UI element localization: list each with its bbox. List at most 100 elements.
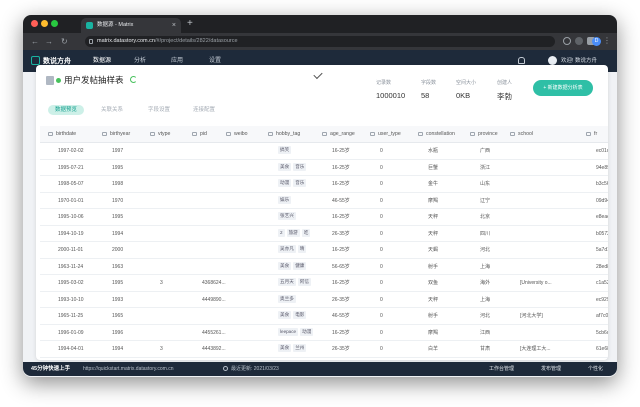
column-header-weibo[interactable]: weibo — [226, 126, 274, 142]
quickstart-title[interactable]: 45分钟快速上手 — [31, 362, 70, 376]
collapse-chevron-icon[interactable] — [313, 69, 323, 80]
hobby-tag: 五月天 — [278, 278, 296, 286]
cell-birthyear: 1996 — [112, 329, 124, 336]
stat-label: 字段数 — [421, 80, 437, 86]
column-type-icon — [48, 131, 53, 136]
address-bar[interactable]: matrix.datastory.com.cn/#/project/detail… — [85, 36, 555, 47]
cell-birthyear: 1997 — [112, 148, 124, 154]
column-header-birthdate[interactable]: birthdate — [48, 126, 108, 142]
cell-user_type: 0 — [380, 247, 383, 253]
table-row[interactable]: 1994-04-01 1994 3 4443892... 美食 兰州 26-35岁 0 白羊 甘肃… — [40, 341, 608, 358]
browser-tab[interactable]: 数据源 - Matrix × — [81, 18, 181, 33]
table-row[interactable]: 1997-02-02 1997 搞笑 16-25岁 0 水瓶 广西 ec01d43117fa3… — [40, 143, 608, 160]
cell-hobby_tag: 美食 音乐 — [278, 160, 330, 176]
tab-field-settings[interactable]: 字段设置 — [141, 105, 177, 115]
cell-age_range: 56-65岁 — [332, 263, 350, 270]
create-analysis-table-button[interactable]: + 新建数据分析表 — [533, 80, 593, 96]
cell-vtype — [160, 325, 200, 341]
cell-hobby_tag: 张艺兴 — [278, 209, 330, 225]
cell-constellation: 天蝎 — [428, 247, 439, 253]
column-type-icon — [102, 131, 107, 136]
table-row[interactable]: 1995-03-02 1995 3 4368624... 五月天 阿信 16-25岁 0 双鱼海… — [40, 275, 608, 292]
quickstart-url[interactable]: https://quickstart.matrix.datastory.com.… — [83, 362, 174, 376]
table-row[interactable]: 1965-11-25 1965 美食 电影 46-55岁 0 射手 河北 [河北大学] af7c0… — [40, 308, 608, 325]
cell-pid — [202, 176, 234, 192]
datasource-card: 用户发帖抽样表 记录数 1000010 字段数 58 空间大小 0KB 创建人 … — [36, 65, 608, 360]
stat-label: 创建人 — [497, 80, 513, 86]
cell-school — [520, 160, 594, 176]
table-row[interactable]: 1995-10-06 1995 张艺兴 16-25岁 0 天秤 北京 e8eaeaedc0d6… — [40, 209, 608, 226]
column-header-school[interactable]: school — [510, 126, 592, 142]
cell-school — [520, 325, 594, 341]
table-row[interactable]: 1963-11-241963美食健康56-65岁0射手上海28ed81fa44b… — [40, 259, 608, 275]
new-tab-button[interactable]: + — [187, 16, 193, 32]
column-header-age_range[interactable]: age_range — [322, 126, 376, 142]
hobby-tag: 美食 — [278, 261, 292, 270]
table-row[interactable]: 1970-01-01 1970 娱乐 46-55岁 0 摩羯 辽宁 09d94423 1a19 — [40, 193, 608, 209]
browser-tabbar: 数据源 - Matrix × + — [23, 15, 617, 33]
hobby-tag: leepace — [278, 327, 299, 336]
tab-data-preview[interactable]: 数据预览 — [48, 105, 85, 115]
cell-school — [520, 209, 594, 225]
table-row[interactable]: 1995-07-211995美食音乐16-25岁0巨蟹浙江94e898b1da4… — [40, 160, 608, 176]
table-row[interactable]: 1998-05-071998动漫音乐16-25岁0金牛山东b3c56694a4a… — [40, 176, 608, 193]
cell-age_range: 16-25岁 — [332, 247, 350, 253]
cell-hobby_tag: 五月天 阿信 — [278, 275, 330, 291]
personalize-link[interactable]: 个性化 — [588, 362, 603, 376]
browser-menu-icon[interactable]: ⋮ — [603, 35, 611, 47]
url-host: matrix.datastory.com.cn — [97, 38, 155, 44]
key-icon[interactable] — [563, 37, 571, 45]
cell-weibo — [236, 275, 276, 291]
tab-relations[interactable]: 关联关系 — [94, 105, 130, 115]
publish-manage-link[interactable]: 发布管理 — [541, 362, 561, 376]
hobby-tag: 健康 — [293, 261, 307, 270]
cell-fr: 61e681badb608 — [596, 346, 608, 352]
cell-province: 四川 — [480, 230, 491, 237]
cell-birthyear: 1993 — [112, 296, 124, 303]
column-header-constellation[interactable]: constellation — [418, 126, 476, 142]
column-header-fr[interactable]: fr — [586, 126, 608, 142]
back-button[interactable]: ← — [31, 36, 39, 47]
minimize-window-button[interactable] — [41, 20, 48, 27]
cell-user_type: 0 — [380, 181, 383, 187]
tab-connection-config[interactable]: 连接配置 — [186, 105, 222, 115]
column-type-icon — [586, 131, 591, 136]
cell-age_range: 16-25岁 — [332, 164, 350, 171]
refresh-icon[interactable] — [130, 76, 137, 83]
hobby-tag: 奥兰多 — [278, 294, 296, 303]
column-header-birthyear[interactable]: birthyear — [102, 126, 156, 142]
cell-age_range: 16-25岁 — [332, 148, 350, 154]
profile-avatar[interactable]: D — [592, 37, 601, 46]
workbench-manage-link[interactable]: 工作台管理 — [489, 362, 514, 376]
table-row[interactable]: 2000-11-012000吴亦凡晴16-25岁0天蝎河北5a7d174c570… — [40, 242, 608, 259]
cell-weibo — [236, 143, 276, 159]
cell-province: 江西 — [480, 329, 491, 336]
forward-button[interactable]: → — [45, 36, 53, 47]
close-window-button[interactable] — [31, 20, 38, 27]
cell-constellation: 天秤 — [428, 214, 439, 220]
cell-province: 海外 — [480, 280, 491, 286]
column-header-vtype[interactable]: vtype — [150, 126, 198, 142]
column-header-user_type[interactable]: user_type — [370, 126, 424, 142]
column-header-hobby_tag[interactable]: hobby_tag — [268, 126, 328, 142]
cell-constellation: 天秤 — [428, 296, 439, 303]
cell-province: 北京 — [480, 214, 491, 220]
cell-hobby_tag: 动漫 音乐 — [278, 176, 330, 192]
close-tab-icon[interactable]: × — [172, 18, 176, 33]
hobby-tag: 动漫 — [300, 327, 314, 336]
table-row[interactable]: 1993-10-10 1993 4449890... 奥兰多 26-35岁 0 天秤 上海 ec… — [40, 292, 608, 308]
lock-icon — [89, 39, 93, 44]
user-avatar[interactable] — [548, 56, 557, 65]
column-type-icon — [418, 131, 423, 136]
cell-fr: b0572bfd12235 — [596, 230, 608, 237]
table-row[interactable]: 1994-10-1919942旅游吃26-35岁0天秤四川b0572bfd122… — [40, 226, 608, 242]
url-path: /#/project/details/2822/datasource — [154, 38, 238, 44]
maximize-window-button[interactable] — [51, 20, 58, 27]
cell-fr: 5a7d174c570d1 — [596, 247, 608, 253]
extension-icon[interactable] — [575, 37, 583, 45]
reload-button[interactable]: ↻ — [61, 36, 68, 47]
table-row[interactable]: 1996-01-09 1996 4455261... leepace 动漫 16-25岁 0… — [40, 325, 608, 341]
hobby-tag: 电影 — [293, 311, 307, 319]
cell-user_type: 0 — [380, 148, 383, 154]
bell-icon[interactable] — [518, 57, 525, 64]
